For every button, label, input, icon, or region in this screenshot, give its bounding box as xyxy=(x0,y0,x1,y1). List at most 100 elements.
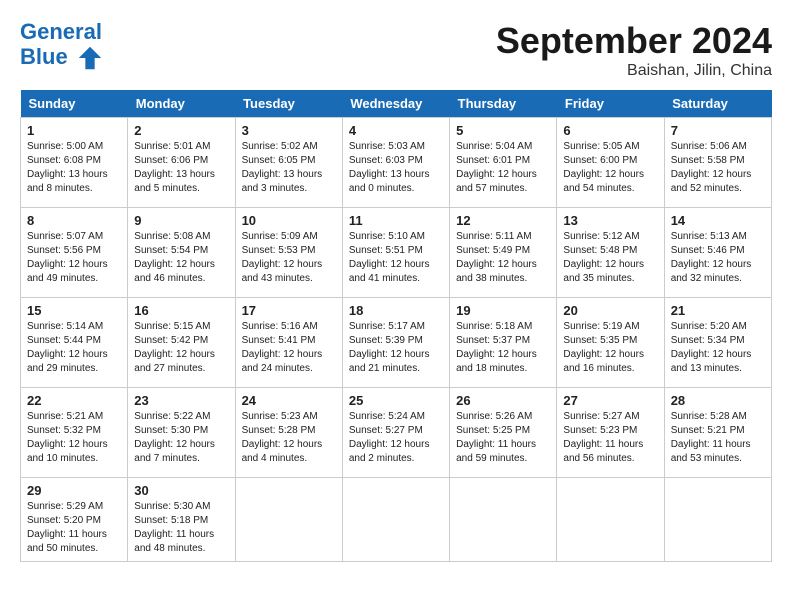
empty-cell xyxy=(557,478,664,562)
day-number: 30 xyxy=(134,483,228,498)
calendar-week-row: 8 Sunrise: 5:07 AM Sunset: 5:56 PM Dayli… xyxy=(21,208,772,298)
sunset-label: Sunset: 5:25 PM xyxy=(456,425,530,436)
table-row: 9 Sunrise: 5:08 AM Sunset: 5:54 PM Dayli… xyxy=(128,208,235,298)
header-thursday: Thursday xyxy=(450,90,557,118)
sunrise-label: Sunrise: 5:08 AM xyxy=(134,231,210,242)
day-number: 23 xyxy=(134,393,228,408)
sunset-label: Sunset: 6:05 PM xyxy=(242,155,316,166)
header-friday: Friday xyxy=(557,90,664,118)
day-number: 26 xyxy=(456,393,550,408)
location-title: Baishan, Jilin, China xyxy=(496,62,772,80)
day-number: 29 xyxy=(27,483,121,498)
sunrise-label: Sunrise: 5:24 AM xyxy=(349,411,425,422)
title-section: September 2024 Baishan, Jilin, China xyxy=(496,20,772,80)
day-number: 10 xyxy=(242,213,336,228)
day-info: Sunrise: 5:14 AM Sunset: 5:44 PM Dayligh… xyxy=(27,320,121,376)
sunset-label: Sunset: 6:06 PM xyxy=(134,155,208,166)
table-row: 6 Sunrise: 5:05 AM Sunset: 6:00 PM Dayli… xyxy=(557,118,664,208)
sunset-label: Sunset: 5:58 PM xyxy=(671,155,745,166)
daylight-label: Daylight: 12 hours and 54 minutes. xyxy=(563,169,644,194)
daylight-label: Daylight: 13 hours and 0 minutes. xyxy=(349,169,430,194)
sunrise-label: Sunrise: 5:06 AM xyxy=(671,141,747,152)
day-number: 6 xyxy=(563,123,657,138)
day-info: Sunrise: 5:22 AM Sunset: 5:30 PM Dayligh… xyxy=(134,410,228,466)
day-number: 12 xyxy=(456,213,550,228)
daylight-label: Daylight: 12 hours and 10 minutes. xyxy=(27,439,108,464)
sunrise-label: Sunrise: 5:02 AM xyxy=(242,141,318,152)
daylight-label: Daylight: 12 hours and 24 minutes. xyxy=(242,349,323,374)
day-number: 8 xyxy=(27,213,121,228)
day-info: Sunrise: 5:09 AM Sunset: 5:53 PM Dayligh… xyxy=(242,230,336,286)
header-tuesday: Tuesday xyxy=(235,90,342,118)
table-row: 3 Sunrise: 5:02 AM Sunset: 6:05 PM Dayli… xyxy=(235,118,342,208)
sunrise-label: Sunrise: 5:26 AM xyxy=(456,411,532,422)
empty-cell xyxy=(664,478,771,562)
day-info: Sunrise: 5:10 AM Sunset: 5:51 PM Dayligh… xyxy=(349,230,443,286)
logo-icon xyxy=(76,44,104,72)
day-info: Sunrise: 5:30 AM Sunset: 5:18 PM Dayligh… xyxy=(134,500,228,556)
table-row: 13 Sunrise: 5:12 AM Sunset: 5:48 PM Dayl… xyxy=(557,208,664,298)
sunset-label: Sunset: 5:42 PM xyxy=(134,335,208,346)
sunset-label: Sunset: 6:01 PM xyxy=(456,155,530,166)
day-number: 7 xyxy=(671,123,765,138)
month-title: September 2024 xyxy=(496,20,772,62)
daylight-label: Daylight: 12 hours and 46 minutes. xyxy=(134,259,215,284)
sunrise-label: Sunrise: 5:14 AM xyxy=(27,321,103,332)
table-row: 18 Sunrise: 5:17 AM Sunset: 5:39 PM Dayl… xyxy=(342,298,449,388)
sunset-label: Sunset: 5:53 PM xyxy=(242,245,316,256)
daylight-label: Daylight: 12 hours and 49 minutes. xyxy=(27,259,108,284)
day-number: 21 xyxy=(671,303,765,318)
sunrise-label: Sunrise: 5:13 AM xyxy=(671,231,747,242)
sunrise-label: Sunrise: 5:15 AM xyxy=(134,321,210,332)
sunset-label: Sunset: 5:21 PM xyxy=(671,425,745,436)
day-info: Sunrise: 5:15 AM Sunset: 5:42 PM Dayligh… xyxy=(134,320,228,376)
day-number: 20 xyxy=(563,303,657,318)
sunset-label: Sunset: 5:39 PM xyxy=(349,335,423,346)
day-info: Sunrise: 5:03 AM Sunset: 6:03 PM Dayligh… xyxy=(349,140,443,196)
table-row: 22 Sunrise: 5:21 AM Sunset: 5:32 PM Dayl… xyxy=(21,388,128,478)
table-row: 24 Sunrise: 5:23 AM Sunset: 5:28 PM Dayl… xyxy=(235,388,342,478)
day-info: Sunrise: 5:20 AM Sunset: 5:34 PM Dayligh… xyxy=(671,320,765,376)
day-info: Sunrise: 5:27 AM Sunset: 5:23 PM Dayligh… xyxy=(563,410,657,466)
sunset-label: Sunset: 6:08 PM xyxy=(27,155,101,166)
daylight-label: Daylight: 12 hours and 21 minutes. xyxy=(349,349,430,374)
day-info: Sunrise: 5:24 AM Sunset: 5:27 PM Dayligh… xyxy=(349,410,443,466)
table-row: 27 Sunrise: 5:27 AM Sunset: 5:23 PM Dayl… xyxy=(557,388,664,478)
table-row: 11 Sunrise: 5:10 AM Sunset: 5:51 PM Dayl… xyxy=(342,208,449,298)
calendar-table: Sunday Monday Tuesday Wednesday Thursday… xyxy=(20,90,772,562)
table-row: 20 Sunrise: 5:19 AM Sunset: 5:35 PM Dayl… xyxy=(557,298,664,388)
sunrise-label: Sunrise: 5:00 AM xyxy=(27,141,103,152)
sunset-label: Sunset: 5:37 PM xyxy=(456,335,530,346)
day-info: Sunrise: 5:28 AM Sunset: 5:21 PM Dayligh… xyxy=(671,410,765,466)
day-info: Sunrise: 5:29 AM Sunset: 5:20 PM Dayligh… xyxy=(27,500,121,556)
sunrise-label: Sunrise: 5:27 AM xyxy=(563,411,639,422)
calendar-week-row: 1 Sunrise: 5:00 AM Sunset: 6:08 PM Dayli… xyxy=(21,118,772,208)
sunrise-label: Sunrise: 5:11 AM xyxy=(456,231,531,242)
day-number: 1 xyxy=(27,123,121,138)
daylight-label: Daylight: 12 hours and 2 minutes. xyxy=(349,439,430,464)
day-number: 11 xyxy=(349,213,443,228)
day-info: Sunrise: 5:21 AM Sunset: 5:32 PM Dayligh… xyxy=(27,410,121,466)
table-row: 30 Sunrise: 5:30 AM Sunset: 5:18 PM Dayl… xyxy=(128,478,235,562)
day-number: 15 xyxy=(27,303,121,318)
sunrise-label: Sunrise: 5:28 AM xyxy=(671,411,747,422)
sunrise-label: Sunrise: 5:01 AM xyxy=(134,141,210,152)
sunset-label: Sunset: 5:49 PM xyxy=(456,245,530,256)
day-number: 22 xyxy=(27,393,121,408)
daylight-label: Daylight: 12 hours and 41 minutes. xyxy=(349,259,430,284)
sunset-label: Sunset: 5:56 PM xyxy=(27,245,101,256)
day-info: Sunrise: 5:05 AM Sunset: 6:00 PM Dayligh… xyxy=(563,140,657,196)
sunrise-label: Sunrise: 5:30 AM xyxy=(134,501,210,512)
daylight-label: Daylight: 12 hours and 57 minutes. xyxy=(456,169,537,194)
day-number: 13 xyxy=(563,213,657,228)
table-row: 1 Sunrise: 5:00 AM Sunset: 6:08 PM Dayli… xyxy=(21,118,128,208)
daylight-label: Daylight: 12 hours and 16 minutes. xyxy=(563,349,644,374)
daylight-label: Daylight: 11 hours and 56 minutes. xyxy=(563,439,643,464)
day-info: Sunrise: 5:04 AM Sunset: 6:01 PM Dayligh… xyxy=(456,140,550,196)
table-row: 8 Sunrise: 5:07 AM Sunset: 5:56 PM Dayli… xyxy=(21,208,128,298)
day-number: 19 xyxy=(456,303,550,318)
weekday-header-row: Sunday Monday Tuesday Wednesday Thursday… xyxy=(21,90,772,118)
day-info: Sunrise: 5:26 AM Sunset: 5:25 PM Dayligh… xyxy=(456,410,550,466)
sunrise-label: Sunrise: 5:07 AM xyxy=(27,231,103,242)
table-row: 17 Sunrise: 5:16 AM Sunset: 5:41 PM Dayl… xyxy=(235,298,342,388)
